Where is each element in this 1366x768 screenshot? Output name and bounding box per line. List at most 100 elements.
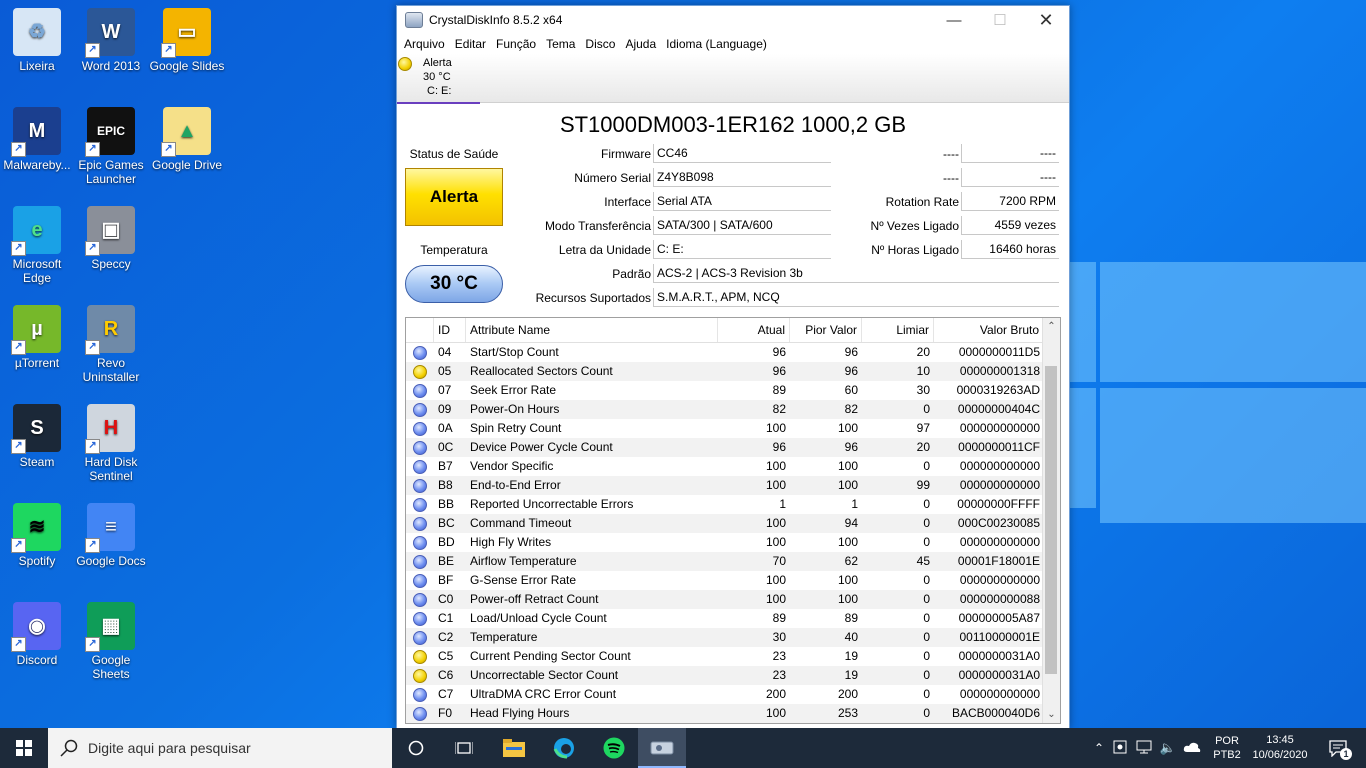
cell-name: G-Sense Error Rate: [470, 573, 577, 587]
desktop-icon[interactable]: M ↗ Malwareby...: [0, 107, 76, 172]
desktop-icon[interactable]: W ↗ Word 2013: [72, 8, 150, 73]
desktop-icon[interactable]: ▣ ↗ Speccy: [72, 206, 150, 271]
spotify-taskbar-icon[interactable]: [590, 728, 638, 768]
table-row[interactable]: F0 Head Flying Hours 100 253 0 BACB000040D6: [406, 704, 1060, 723]
table-row[interactable]: C2 Temperature 30 40 0 00110000001E: [406, 628, 1060, 647]
keyboard-layout: PTB2: [1213, 749, 1241, 761]
shortcut-arrow-icon: ↗: [11, 637, 26, 652]
table-row[interactable]: C7 UltraDMA CRC Error Count 200 200 0 0000000…: [406, 685, 1060, 704]
table-row[interactable]: B7 Vendor Specific 100 100 0 000000000000: [406, 457, 1060, 476]
table-row[interactable]: 07 Seek Error Rate 89 60 30 0000319263AD: [406, 381, 1060, 400]
smart-table[interactable]: ID Attribute Name Atual Pior Valor Limia…: [405, 317, 1061, 724]
cell-cur: 70: [772, 554, 786, 568]
table-row[interactable]: C0 Power-off Retract Count 100 100 0 00000000…: [406, 590, 1060, 609]
table-row[interactable]: 09 Power-On Hours 82 82 0 00000000404C: [406, 400, 1060, 419]
desktop-icon[interactable]: S ↗ Steam: [0, 404, 76, 469]
wallpaper-beam: [1100, 388, 1366, 523]
disk-tab[interactable]: Alerta 30 °C C: E:: [397, 54, 480, 104]
volume-icon[interactable]: 🔈: [1156, 740, 1180, 756]
table-row[interactable]: C6 Uncorrectable Sector Count 23 19 0 0000000…: [406, 666, 1060, 685]
col-worst[interactable]: Pior Valor: [790, 318, 862, 342]
menu-funcao[interactable]: Função: [491, 37, 541, 51]
title-bar[interactable]: CrystalDiskInfo 8.5.2 x64 — ☐ ✕: [397, 6, 1069, 34]
table-scrollbar[interactable]: ⌃ ⌄: [1042, 318, 1060, 723]
table-row[interactable]: C5 Current Pending Sector Count 23 19 0 00000…: [406, 647, 1060, 666]
menu-disco[interactable]: Disco: [580, 37, 620, 51]
menu-ajuda[interactable]: Ajuda: [620, 37, 661, 51]
health-status-button[interactable]: Alerta: [405, 168, 503, 226]
table-row[interactable]: C1 Load/Unload Cycle Count 89 89 0 000000005A…: [406, 609, 1060, 628]
language-indicator[interactable]: POR PTB2: [1212, 728, 1242, 768]
onedrive-cloud-icon[interactable]: [1180, 741, 1204, 756]
col-raw-value[interactable]: Valor Bruto: [934, 318, 1044, 342]
cortana-icon[interactable]: [392, 728, 440, 768]
desktop-icon[interactable]: H ↗ Hard Disk Sentinel: [72, 404, 150, 483]
table-row[interactable]: 05 Reallocated Sectors Count 96 96 10 0000000…: [406, 362, 1060, 381]
clock-date: 10/06/2020: [1252, 749, 1308, 761]
close-button[interactable]: ✕: [1023, 6, 1069, 34]
shortcut-arrow-icon: ↗: [11, 340, 26, 355]
edge-taskbar-icon[interactable]: [540, 728, 588, 768]
desktop-icon[interactable]: R ↗ Revo Uninstaller: [72, 305, 150, 384]
menu-bar: Arquivo Editar Função Tema Disco Ajuda I…: [397, 34, 1069, 54]
wallpaper-beam: [1100, 262, 1366, 382]
cell-raw: 00000000404C: [957, 402, 1040, 416]
table-row[interactable]: BB Reported Uncorrectable Errors 1 1 0 000000…: [406, 495, 1060, 514]
network-icon[interactable]: [1132, 740, 1156, 757]
menu-arquivo[interactable]: Arquivo: [399, 37, 450, 51]
crystaldiskinfo-window[interactable]: CrystalDiskInfo 8.5.2 x64 — ☐ ✕ Arquivo …: [396, 5, 1070, 729]
table-row[interactable]: 04 Start/Stop Count 96 96 20 0000000011D5: [406, 343, 1060, 362]
notification-center-button[interactable]: 1: [1318, 728, 1358, 768]
col-status[interactable]: [406, 318, 434, 342]
col-attribute-name[interactable]: Attribute Name: [466, 318, 718, 342]
scroll-up-arrow-icon[interactable]: ⌃: [1043, 318, 1060, 335]
file-explorer-icon[interactable]: [490, 728, 538, 768]
crystaldiskinfo-taskbar-icon[interactable]: [638, 728, 686, 768]
standard-value: ACS-2 | ACS-3 Revision 3b: [653, 264, 1059, 283]
col-current[interactable]: Atual: [718, 318, 790, 342]
minimize-button[interactable]: —: [931, 6, 977, 34]
scroll-down-arrow-icon[interactable]: ⌄: [1043, 706, 1060, 723]
window-title: CrystalDiskInfo 8.5.2 x64: [429, 13, 563, 27]
desktop-icon[interactable]: ▦ ↗ Google Sheets: [72, 602, 150, 681]
desktop-icon[interactable]: µ ↗ µTorrent: [0, 305, 76, 370]
desktop-icon-label: Malwareby...: [3, 158, 71, 172]
col-threshold[interactable]: Limiar: [862, 318, 934, 342]
desktop-icon[interactable]: EPIC ↗ Epic Games Launcher: [72, 107, 150, 186]
scroll-thumb[interactable]: [1045, 366, 1057, 674]
table-row[interactable]: BF G-Sense Error Rate 100 100 0 000000000000: [406, 571, 1060, 590]
table-row[interactable]: 0C Device Power Cycle Count 96 96 20 00000000…: [406, 438, 1060, 457]
desktop-icon[interactable]: ▭ ↗ Google Slides: [148, 8, 226, 73]
cell-name: Airflow Temperature: [470, 554, 577, 568]
col-id[interactable]: ID: [434, 318, 466, 342]
cell-thr: 0: [923, 668, 930, 682]
desktop-icon[interactable]: e ↗ Microsoft Edge: [0, 206, 76, 285]
clock[interactable]: 13:45 10/06/2020: [1248, 728, 1312, 768]
table-row[interactable]: BC Command Timeout 100 94 0 000C00230085: [406, 514, 1060, 533]
tray-app-icon[interactable]: [1108, 740, 1132, 757]
desktop-icon[interactable]: ≋ ↗ Spotify: [0, 503, 76, 568]
cell-cur: 89: [772, 611, 786, 625]
start-button[interactable]: [0, 728, 48, 768]
show-hidden-icons-chevron-icon[interactable]: ⌃: [1090, 741, 1108, 755]
table-row[interactable]: 0A Spin Retry Count 100 100 97 000000000000: [406, 419, 1060, 438]
task-view-icon[interactable]: [440, 728, 488, 768]
table-row[interactable]: BE Airflow Temperature 70 62 45 00001F18001E: [406, 552, 1060, 571]
cell-name: End-to-End Error: [470, 478, 561, 492]
search-box[interactable]: Digite aqui para pesquisar: [48, 728, 392, 768]
cell-id: B8: [438, 478, 453, 492]
desktop-icon-label: Speccy: [91, 257, 131, 271]
cell-worst: 1: [851, 497, 858, 511]
desktop-icon[interactable]: ♻ Lixeira: [0, 8, 76, 73]
temperature-label: Temperatura: [420, 243, 488, 257]
menu-idioma[interactable]: Idioma (Language): [661, 37, 772, 51]
desktop-icon[interactable]: ≡ ↗ Google Docs: [72, 503, 150, 568]
maximize-button[interactable]: ☐: [977, 6, 1023, 34]
table-row[interactable]: BD High Fly Writes 100 100 0 000000000000: [406, 533, 1060, 552]
cell-thr: 0: [923, 611, 930, 625]
menu-editar[interactable]: Editar: [450, 37, 491, 51]
desktop-icon[interactable]: ◉ ↗ Discord: [0, 602, 76, 667]
table-row[interactable]: B8 End-to-End Error 100 100 99 000000000000: [406, 476, 1060, 495]
menu-tema[interactable]: Tema: [541, 37, 580, 51]
desktop-icon[interactable]: ▲ ↗ Google Drive: [148, 107, 226, 172]
